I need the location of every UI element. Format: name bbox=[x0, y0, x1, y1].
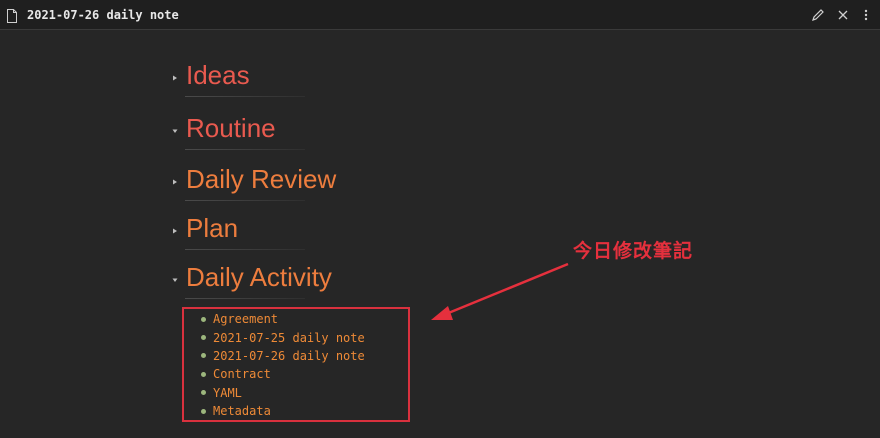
heading-underline bbox=[185, 200, 305, 201]
expand-triangle-icon[interactable] bbox=[170, 177, 180, 187]
more-icon[interactable] bbox=[859, 8, 873, 22]
heading-label[interactable]: Ideas bbox=[186, 60, 250, 91]
expand-triangle-icon[interactable] bbox=[170, 73, 180, 83]
title-bar: 2021-07-26 daily note bbox=[0, 0, 880, 30]
heading-underline bbox=[185, 249, 305, 250]
collapse-triangle-icon[interactable] bbox=[170, 126, 180, 136]
annotation-highlight-box bbox=[182, 307, 410, 422]
expand-triangle-icon[interactable] bbox=[170, 226, 180, 236]
collapse-triangle-icon[interactable] bbox=[170, 275, 180, 285]
heading-underline bbox=[185, 149, 305, 150]
note-title: 2021-07-26 daily note bbox=[27, 8, 179, 22]
annotation-label: 今日修改筆記 bbox=[573, 240, 694, 262]
edit-icon[interactable] bbox=[811, 8, 825, 22]
heading-label[interactable]: Plan bbox=[186, 213, 238, 244]
heading-label[interactable]: Daily Activity bbox=[186, 262, 332, 293]
file-icon bbox=[7, 9, 17, 23]
heading-underline bbox=[185, 96, 305, 97]
close-icon[interactable] bbox=[836, 8, 850, 22]
heading-label[interactable]: Daily Review bbox=[186, 164, 336, 195]
heading-underline bbox=[185, 298, 305, 299]
heading-label[interactable]: Routine bbox=[186, 113, 276, 144]
annotation-arrow-icon bbox=[431, 262, 569, 320]
